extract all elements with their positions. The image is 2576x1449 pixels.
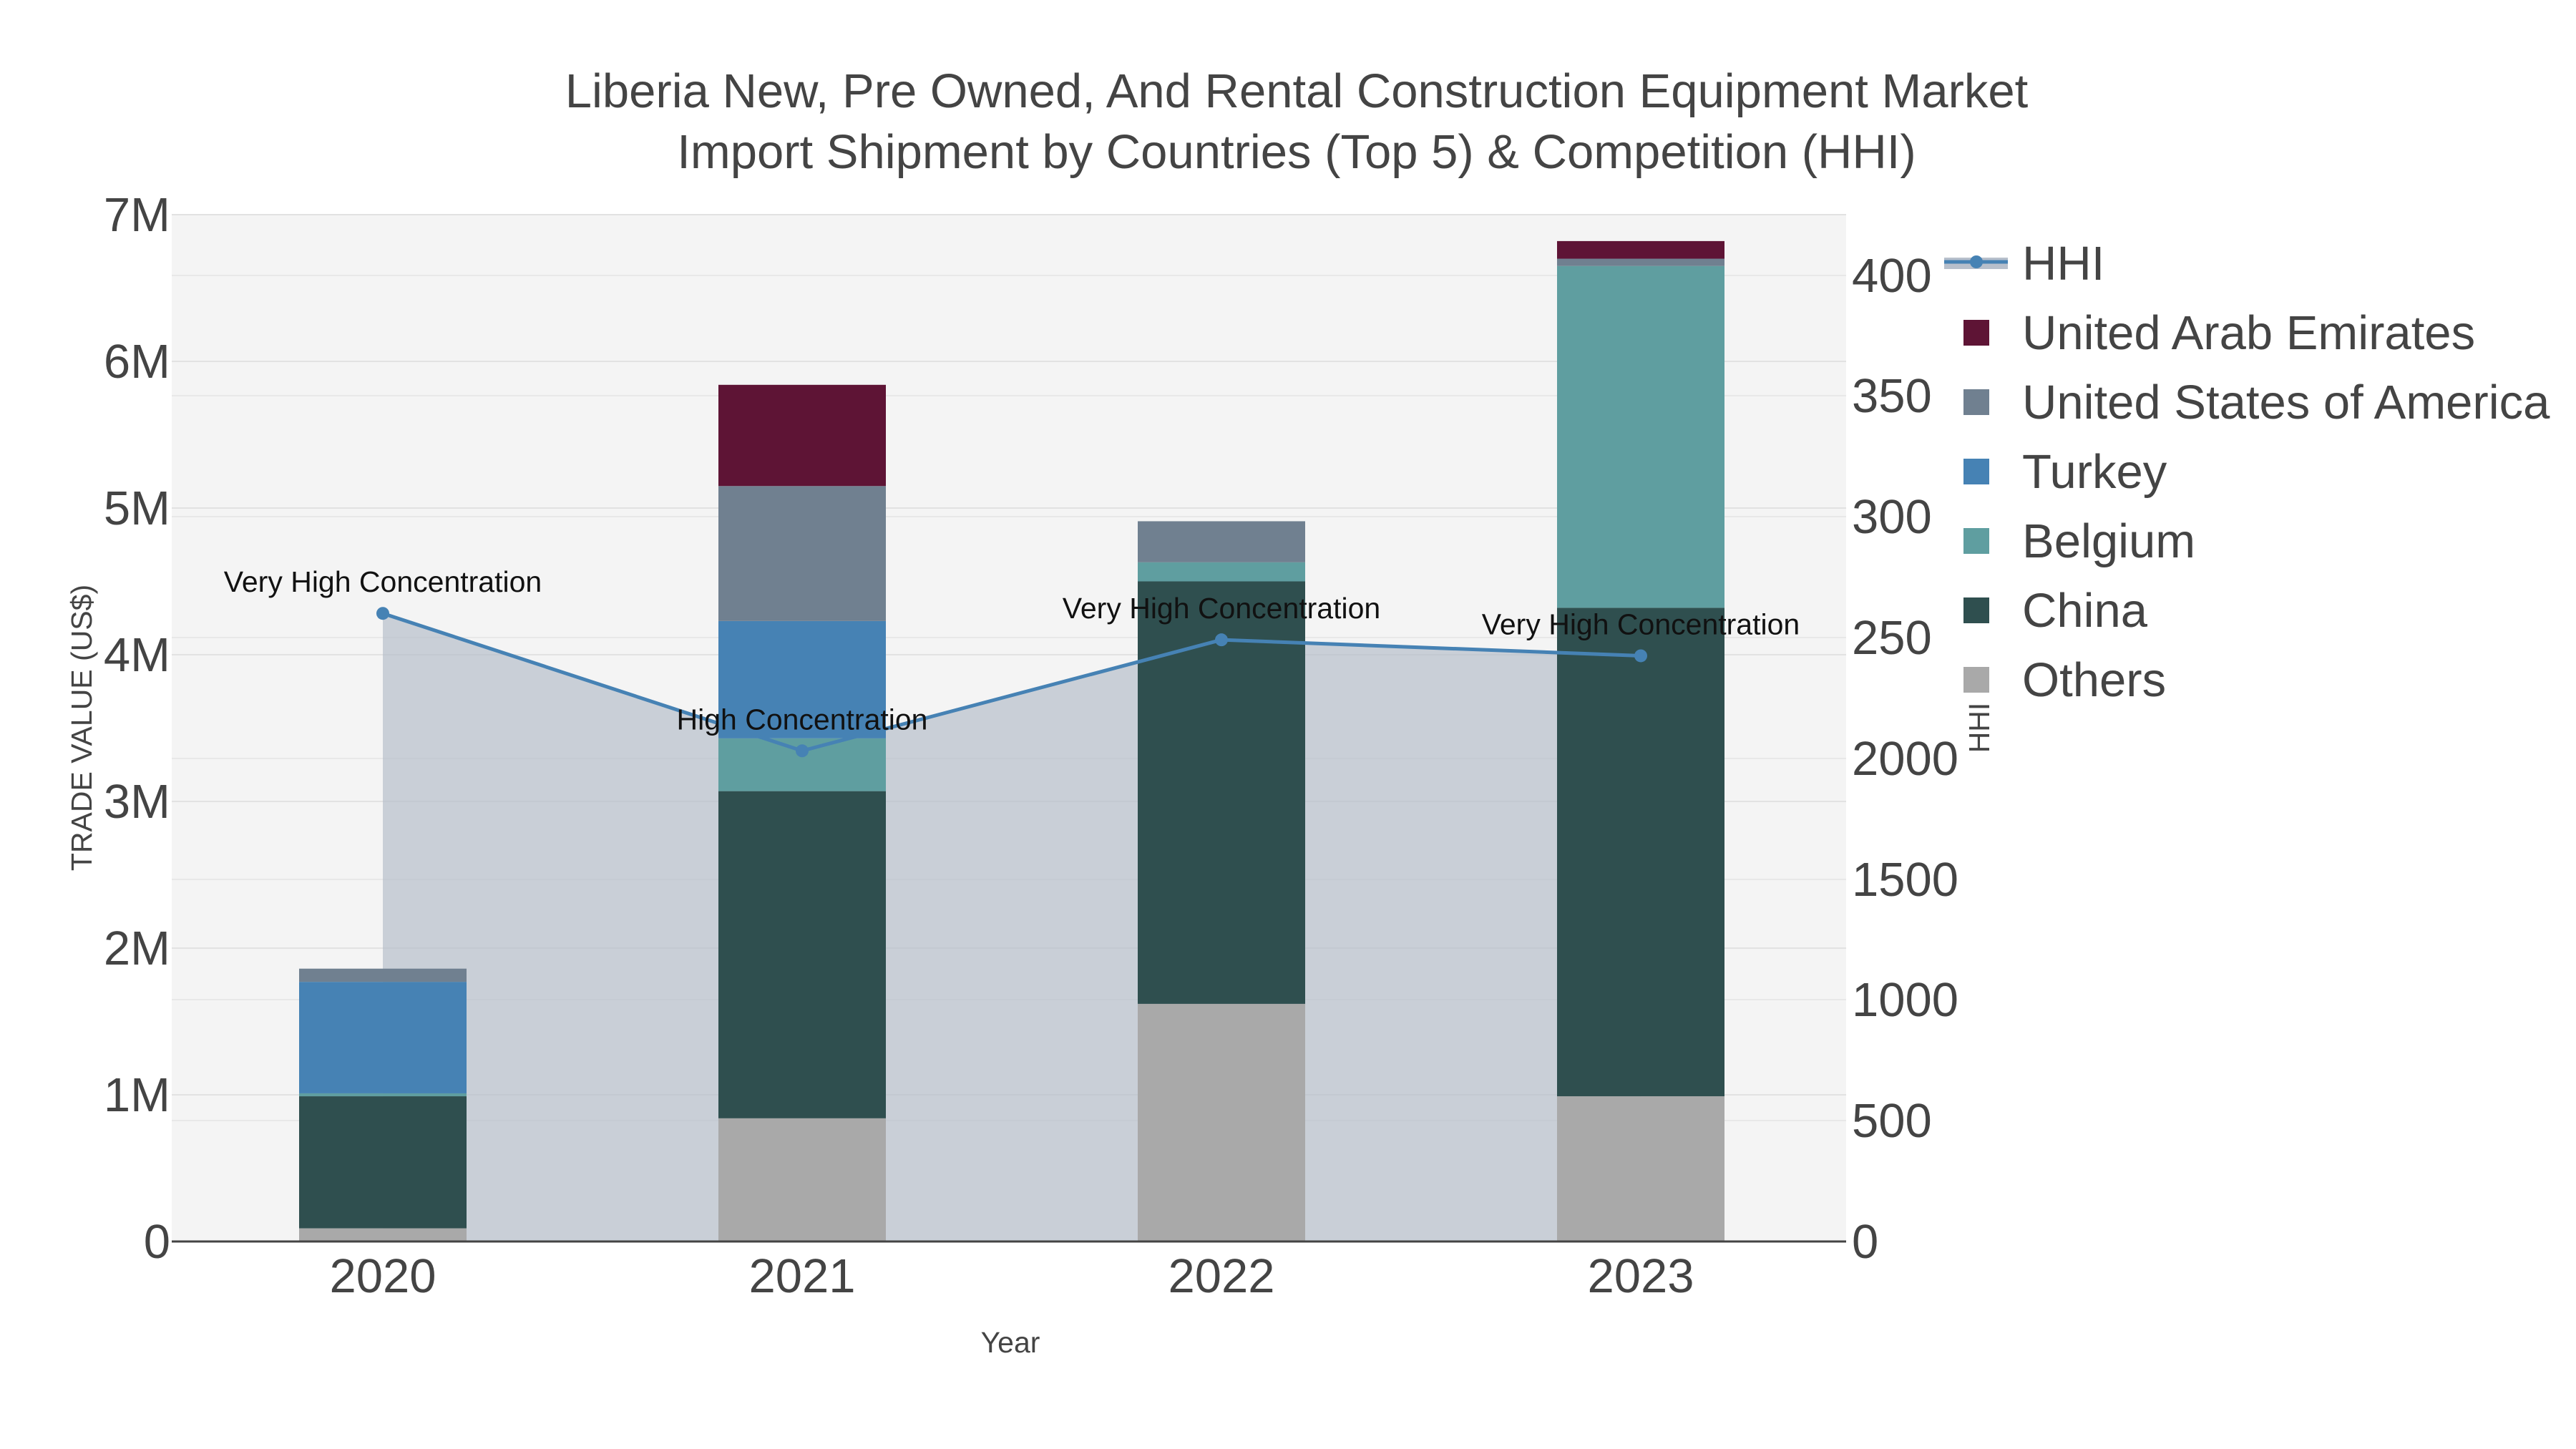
hhi-area: [383, 613, 1641, 1241]
y-axis-ticks: 0 1M 2M 3M 4M 5M 6M 7M: [104, 188, 170, 1269]
bar-belgium-2020: [299, 1093, 467, 1097]
y2-tick-label: 250: [1852, 611, 1932, 665]
x-tick-label-2023: 2023: [1587, 1249, 1694, 1303]
y-tick-label: 2M: [104, 922, 170, 975]
x-tick-label-2020: 2020: [329, 1249, 436, 1303]
bar-china-2021: [718, 791, 886, 1118]
x-axis-title: Year: [981, 1326, 1040, 1359]
legend-label: Others: [2022, 653, 2166, 707]
hhi-annotation-2020: Very High Concentration: [224, 565, 542, 598]
y2-tick-label: 0: [1852, 1215, 1878, 1269]
bar-china-2020: [299, 1096, 467, 1229]
y-tick-label: 5M: [104, 482, 170, 535]
bar-belgium-2023: [1557, 265, 1724, 608]
x-tick-label-2022: 2022: [1168, 1249, 1274, 1303]
y-tick-label: 0: [144, 1215, 170, 1269]
hhi-annotation-2023: Very High Concentration: [1482, 608, 1800, 640]
legend-label: United Arab Emirates: [2022, 306, 2475, 360]
y-tick-label: 3M: [104, 775, 170, 829]
y-tick-label: 4M: [104, 628, 170, 682]
hhi-point-2022: [1215, 633, 1228, 647]
legend-label: China: [2022, 584, 2148, 638]
legend-swatch: [1963, 667, 1989, 693]
y2-tick-label: 500: [1852, 1094, 1932, 1148]
y2-tick-label: 350: [1852, 369, 1932, 423]
bar-united-arab-emirates-2023: [1557, 240, 1724, 259]
legend-label: Turkey: [2022, 445, 2167, 499]
bar-belgium-2022: [1138, 562, 1305, 582]
y-tick-label: 7M: [104, 188, 170, 242]
legend-item-turkey[interactable]: Turkey: [1963, 445, 2167, 499]
legend-label: United States of America: [2022, 376, 2550, 429]
bar-united-states-of-america-2023: [1557, 258, 1724, 266]
legend-item-united-states-of-america[interactable]: United States of America: [1963, 376, 2550, 429]
hhi-annotation-2022: Very High Concentration: [1063, 592, 1380, 625]
bar-united-states-of-america-2022: [1138, 521, 1305, 562]
legend-item-belgium[interactable]: Belgium: [1963, 514, 2195, 568]
y-tick-label: 6M: [104, 335, 170, 389]
chart-title: Liberia New, Pre Owned, And Rental Const…: [565, 64, 2029, 179]
y2-axis-title: HHI: [1963, 703, 1996, 753]
hhi-point-2020: [376, 607, 389, 620]
legend-swatch: [1963, 597, 1989, 623]
y-tick-label: 1M: [104, 1068, 170, 1122]
y2-tick-label: 400: [1852, 249, 1932, 303]
hhi-point-2021: [796, 744, 809, 758]
hhi-annotation-2021: High Concentration: [677, 703, 928, 736]
bar-others-2021: [718, 1118, 886, 1241]
y2-tick-label: 1500: [1852, 853, 1958, 907]
bar-others-2023: [1557, 1096, 1724, 1241]
legend-label: HHI: [2022, 237, 2104, 291]
y2-tick-label: 1000: [1852, 973, 1958, 1027]
hhi-point-2023: [1634, 649, 1647, 663]
legend-swatch: [1963, 389, 1989, 415]
legend: HHI United Arab Emirates United States of …: [1944, 237, 2550, 707]
chart-title-line-1: Liberia New, Pre Owned, And Rental Const…: [565, 64, 2029, 118]
bar-turkey-2020: [299, 982, 467, 1093]
hhi-area-fill: [383, 613, 1641, 1241]
bar-united-arab-emirates-2021: [718, 384, 886, 487]
x-tick-label-2021: 2021: [748, 1249, 855, 1303]
bar-others-2022: [1138, 1003, 1305, 1241]
legend-item-hhi[interactable]: HHI: [1944, 237, 2104, 291]
legend-item-china[interactable]: China: [1963, 584, 2148, 638]
legend-item-united-arab-emirates[interactable]: United Arab Emirates: [1963, 306, 2475, 360]
legend-swatch: [1963, 528, 1989, 554]
bar-others-2020: [299, 1228, 467, 1241]
chart-title-line-2: Import Shipment by Countries (Top 5) & C…: [677, 125, 1916, 179]
bar-china-2023: [1557, 608, 1724, 1097]
x-axis-ticks: 2020 2021 2022 2023: [329, 1249, 1694, 1303]
legend-swatch: [1963, 459, 1989, 484]
y2-tick-label: 300: [1852, 490, 1932, 544]
y-axis-title: TRADE VALUE (US$): [65, 585, 98, 871]
y2-tick-label: 2000: [1852, 732, 1958, 786]
bar-united-states-of-america-2020: [299, 968, 467, 982]
chart-svg: Liberia New, Pre Owned, And Rental Const…: [65, 64, 2550, 1359]
legend-item-others[interactable]: Others: [1963, 653, 2166, 707]
legend-swatch-marker: [1970, 255, 1983, 268]
legend-swatch: [1963, 320, 1989, 346]
legend-label: Belgium: [2022, 514, 2195, 568]
y2-axis-ticks: 0 500 1000 1500 2000 250 300 350 400: [1852, 249, 1958, 1269]
bar-united-states-of-america-2021: [718, 486, 886, 621]
